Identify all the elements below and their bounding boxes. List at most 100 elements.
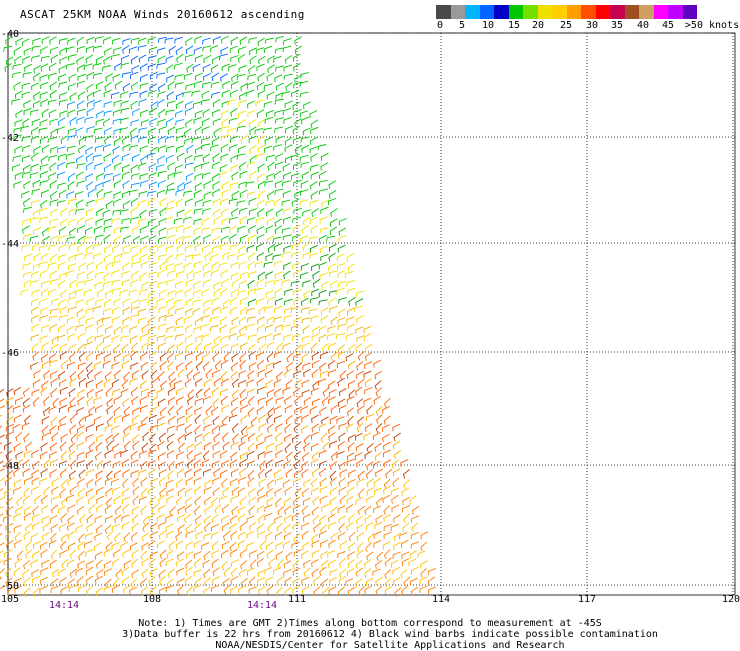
wind-barb [299, 91, 309, 98]
wind-barb [167, 425, 176, 433]
wind-barb [284, 486, 292, 496]
wind-barb [302, 217, 311, 226]
wind-barb [114, 162, 123, 171]
wind-barb [49, 559, 57, 569]
wind-barb [95, 486, 104, 496]
wind-barb [320, 307, 329, 316]
wind-barb [220, 288, 228, 297]
wind-barb [184, 288, 192, 297]
wind-barb [238, 325, 247, 335]
wind-barb [319, 486, 328, 494]
wind-barb [384, 557, 392, 567]
wind-barb [364, 361, 373, 370]
wind-barb [194, 514, 202, 525]
wind-barb [246, 89, 255, 97]
wind-barb [300, 550, 309, 560]
wind-barb [149, 406, 158, 416]
wind-barb [149, 306, 158, 314]
wind-barb [318, 530, 327, 539]
wind-barb [338, 297, 347, 304]
wind-barb [194, 406, 203, 416]
wind-barb [292, 262, 301, 270]
wind-barb [256, 278, 265, 288]
wind-barb [275, 161, 284, 169]
wind-barb [49, 278, 59, 285]
wind-barb [105, 200, 114, 210]
wind-barb [50, 523, 58, 533]
wind-barb [363, 333, 372, 342]
wind-barb [411, 522, 419, 533]
wind-barb [212, 161, 221, 169]
wind-barb [78, 469, 86, 479]
wind-barb [337, 323, 347, 331]
wind-barb [176, 270, 185, 278]
wind-barb [247, 370, 255, 380]
wind-barb [309, 136, 318, 145]
wind-barb [202, 450, 210, 461]
wind-barb [264, 512, 273, 521]
wind-barb [284, 443, 292, 453]
wind-barb [265, 487, 274, 497]
wind-barb [338, 515, 347, 524]
wind-barb [193, 280, 201, 289]
wind-barb [274, 488, 282, 497]
wind-barb [0, 405, 6, 409]
wind-barb [248, 298, 257, 307]
wind-barb [237, 253, 246, 261]
wind-barb [400, 459, 409, 467]
wind-barb [366, 413, 375, 422]
wind-barb [174, 262, 183, 270]
wind-barb [248, 197, 257, 206]
wind-barb [311, 333, 320, 342]
wind-barb [347, 263, 356, 272]
wind-barb [194, 433, 203, 442]
wind-barb [112, 287, 122, 295]
wind-barb [273, 379, 282, 388]
wind-barb [122, 433, 130, 443]
wind-barb [77, 362, 87, 370]
wind-barb [339, 541, 348, 550]
wind-barb [328, 380, 336, 390]
wind-barb [257, 316, 265, 325]
wind-barb [76, 460, 85, 468]
wind-barb [176, 341, 184, 351]
wind-barb [229, 325, 238, 334]
wind-barb [185, 541, 194, 550]
wind-barb [293, 63, 301, 72]
wind-barb [176, 152, 185, 162]
wind-barb [274, 305, 283, 314]
wind-barb [111, 478, 120, 486]
wind-barb [184, 137, 193, 145]
wind-barb [267, 244, 276, 253]
wind-barb [40, 46, 48, 55]
wind-barb [157, 99, 165, 108]
wind-barb [111, 443, 120, 453]
wind-barb [95, 234, 104, 241]
wind-barb [311, 539, 320, 548]
wind-barb [213, 377, 222, 387]
wind-barb [195, 72, 203, 81]
wind-barb [66, 494, 75, 502]
wind-barb [202, 208, 211, 215]
wind-barb [355, 386, 363, 396]
wind-barb [39, 207, 48, 215]
wind-barb [86, 107, 95, 117]
colorbar-swatch [610, 5, 625, 19]
wind-barb [105, 387, 113, 397]
wind-barb [311, 360, 320, 369]
wind-barb [70, 433, 78, 444]
wind-barb [150, 377, 159, 388]
wind-barb [86, 83, 94, 93]
wind-barb [14, 558, 22, 568]
wind-barb [254, 261, 264, 269]
wind-barb [103, 101, 113, 108]
wind-barb [94, 551, 103, 560]
colorbar-swatch [653, 5, 668, 19]
wind-barb [301, 317, 311, 324]
wind-barb [247, 407, 255, 417]
wind-barb [184, 54, 194, 61]
lat-lon-grid [7, 32, 736, 596]
wind-barb [103, 585, 112, 593]
wind-barb [311, 351, 320, 361]
wind-barb [31, 342, 39, 353]
